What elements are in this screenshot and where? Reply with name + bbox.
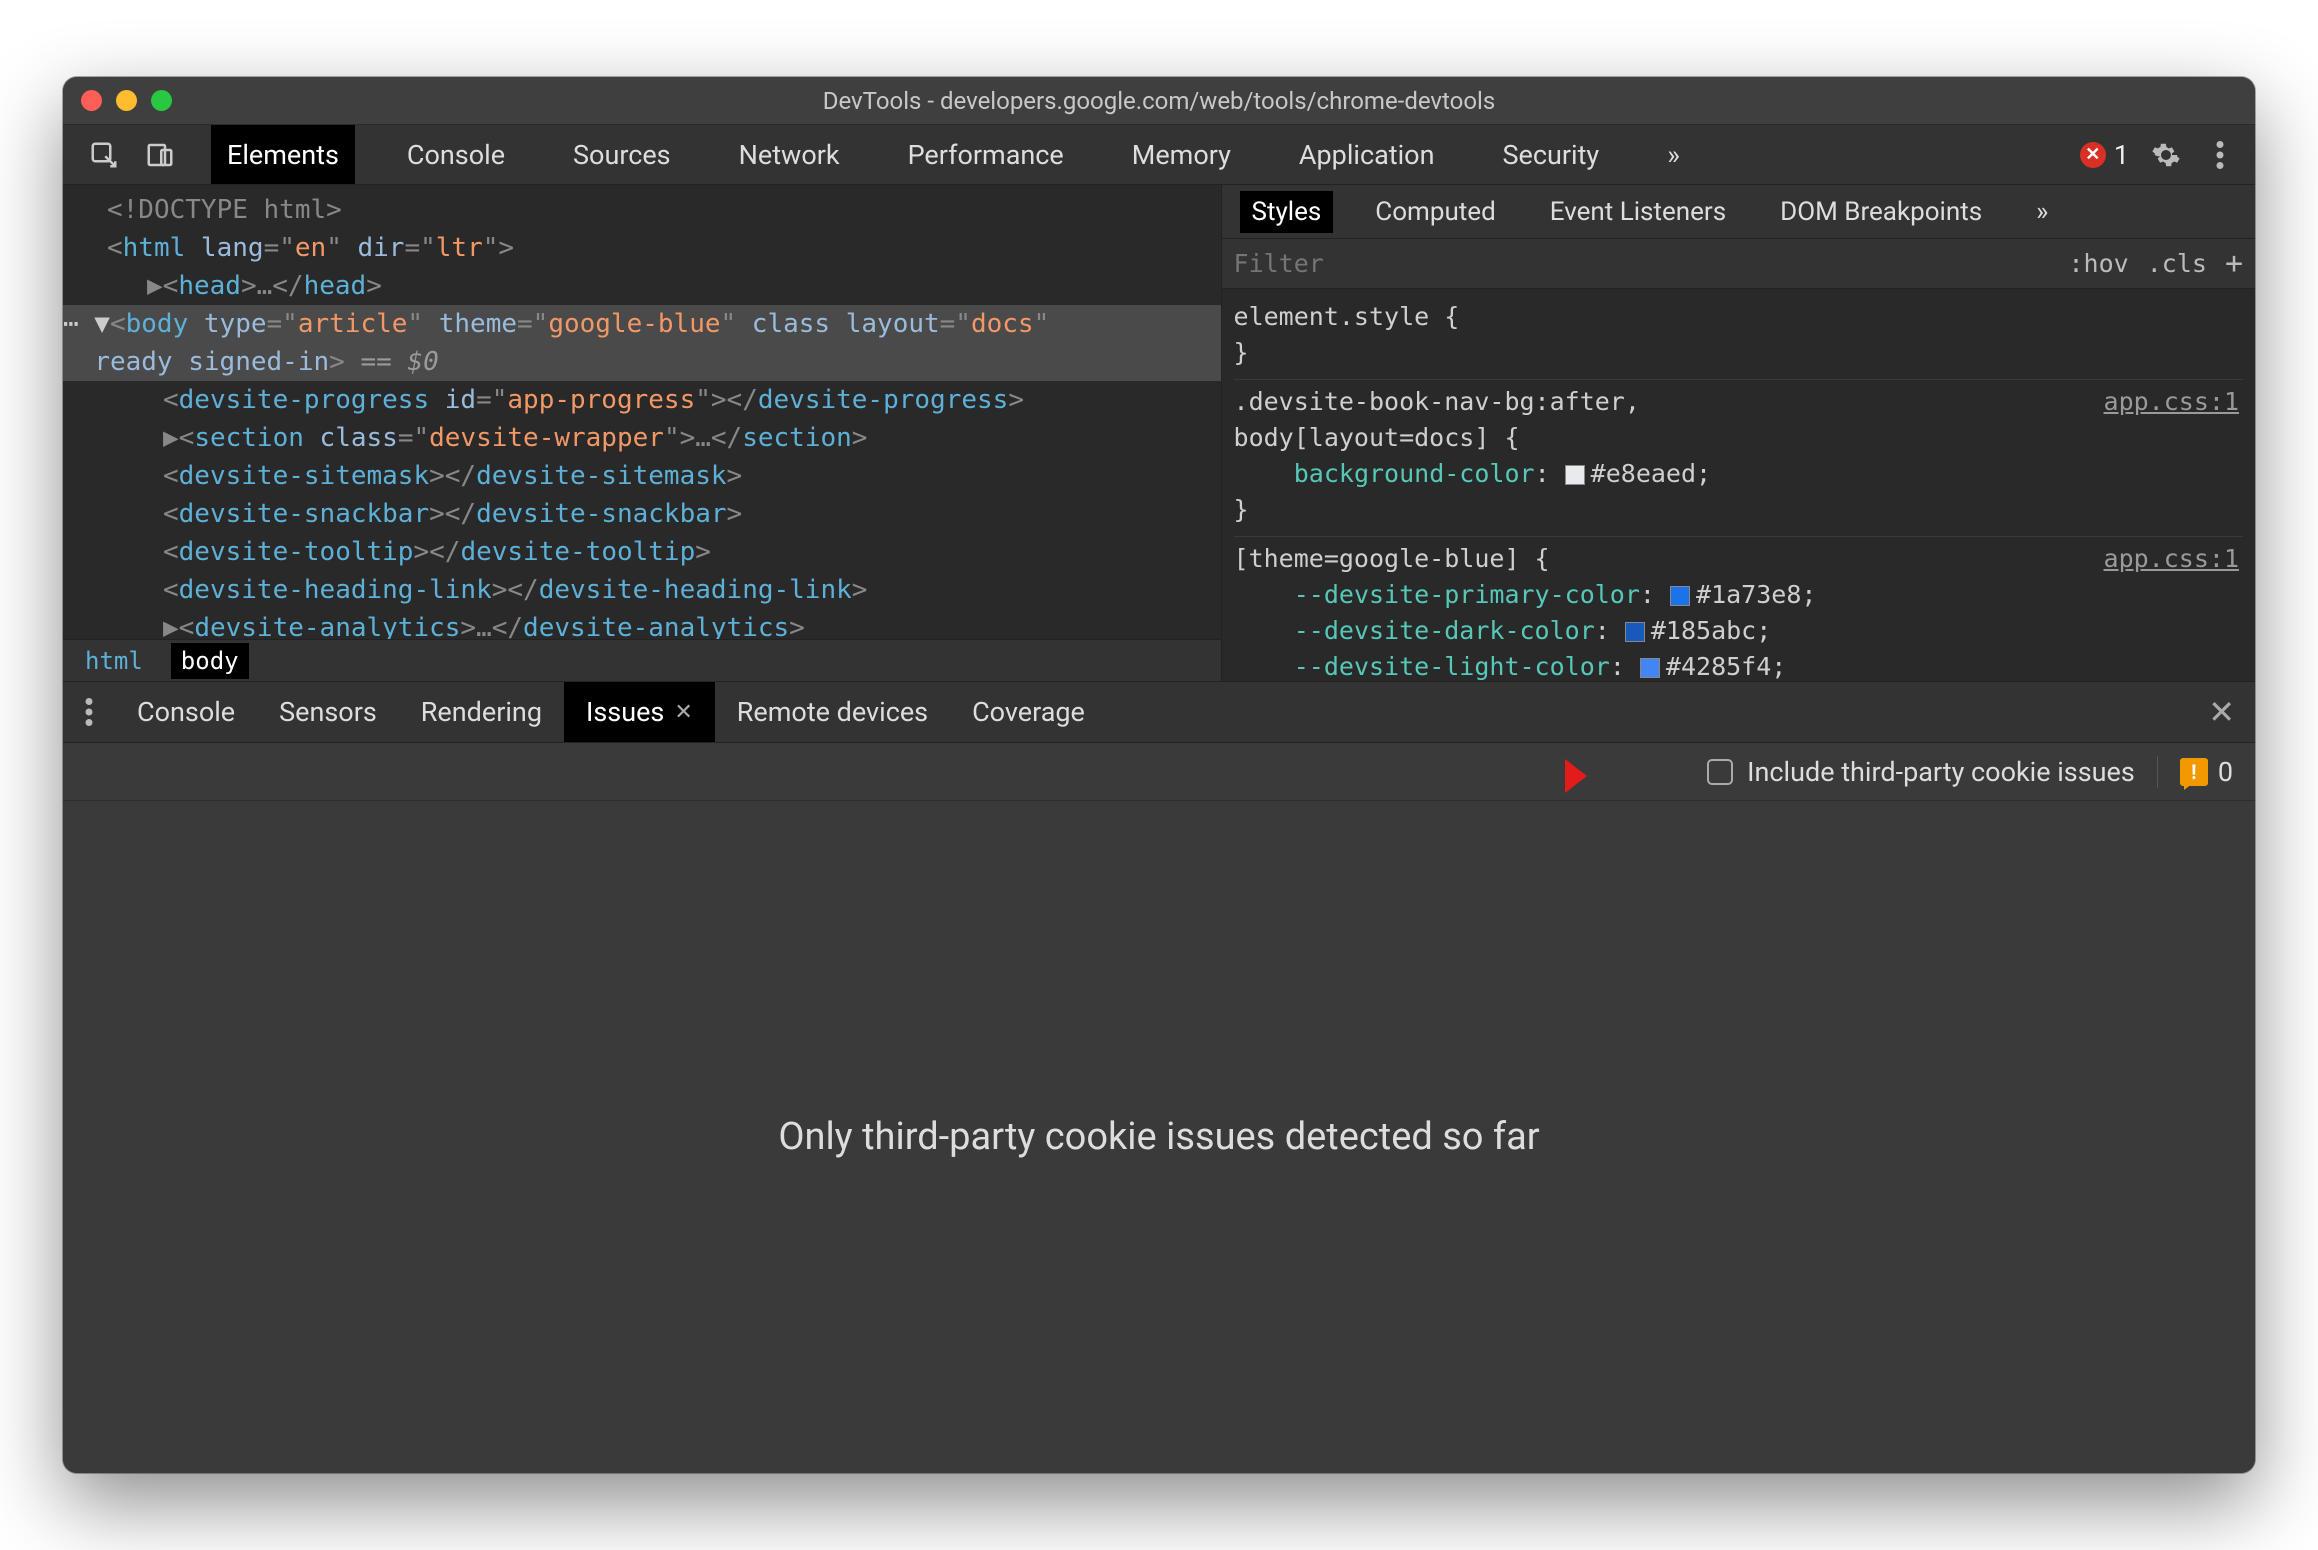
styles-filter-bar: :hov .cls + [1222, 239, 2255, 289]
drawer-tab-issues-label: Issues [586, 696, 664, 728]
drawer: Console Sensors Rendering Issues ✕ Remot… [63, 681, 2255, 1473]
dom-child-snackbar[interactable]: <devsite-snackbar></devsite-snackbar> [83, 495, 1221, 533]
main-split: <!DOCTYPE html> <html lang="en" dir="ltr… [63, 185, 2255, 681]
issues-toolbar: Include third-party cookie issues ! 0 [63, 743, 2255, 801]
annotation-arrow-icon [1511, 751, 1587, 801]
cls-toggle[interactable]: .cls [2147, 249, 2207, 278]
checkbox-icon [1707, 759, 1733, 785]
kebab-menu-icon[interactable] [2203, 138, 2237, 172]
error-icon: ✕ [2080, 142, 2106, 168]
drawer-tab-rendering[interactable]: Rendering [399, 682, 564, 742]
tab-sources[interactable]: Sources [557, 125, 687, 184]
dom-child-section[interactable]: ▶<section class="devsite-wrapper">…</sec… [83, 419, 1221, 457]
error-badge[interactable]: ✕ 1 [2080, 139, 2129, 171]
window-title: DevTools - developers.google.com/web/too… [63, 87, 2255, 115]
settings-gear-icon[interactable] [2149, 138, 2183, 172]
stab-dom-breakpoints[interactable]: DOM Breakpoints [1768, 191, 1994, 233]
stab-overflow[interactable]: » [2024, 191, 2060, 233]
stab-event-listeners[interactable]: Event Listeners [1538, 191, 1738, 233]
macos-titlebar: DevTools - developers.google.com/web/too… [63, 77, 2255, 125]
close-drawer-icon[interactable]: ✕ [2188, 693, 2255, 731]
hov-toggle[interactable]: :hov [2069, 249, 2129, 278]
issues-empty-message: Only third-party cookie issues detected … [778, 1115, 1539, 1159]
include-third-party-label: Include third-party cookie issues [1747, 756, 2135, 788]
dom-child-progress[interactable]: <devsite-progress id="app-progress"></de… [83, 381, 1221, 419]
topbar-right: ✕ 1 [2062, 138, 2255, 172]
color-swatch-icon [1670, 586, 1690, 606]
tab-application[interactable]: Application [1283, 125, 1451, 184]
drawer-tab-coverage[interactable]: Coverage [950, 682, 1107, 742]
breadcrumb-body[interactable]: body [171, 643, 249, 679]
elements-panel: <!DOCTYPE html> <html lang="en" dir="ltr… [63, 185, 1221, 681]
tab-elements[interactable]: Elements [211, 125, 355, 184]
styles-panel: Styles Computed Event Listeners DOM Brea… [1221, 185, 2255, 681]
rule-element-style[interactable]: element.style { } [1234, 295, 2243, 380]
tab-overflow[interactable]: » [1651, 125, 1696, 184]
dom-head[interactable]: ▶<head>…</head> [83, 267, 1221, 305]
issues-count: 0 [2218, 756, 2233, 788]
styles-filter-actions: :hov .cls + [2069, 246, 2244, 281]
dom-child-sitemask[interactable]: <devsite-sitemask></devsite-sitemask> [83, 457, 1221, 495]
rule-source-link[interactable]: app.css:1 [2104, 384, 2239, 420]
error-count: 1 [2114, 139, 2129, 171]
styles-filter-input[interactable] [1234, 249, 2069, 278]
breadcrumb-html[interactable]: html [75, 643, 153, 679]
device-toggle-icon[interactable] [143, 138, 177, 172]
dom-child-analytics[interactable]: ▶<devsite-analytics>…</devsite-analytics… [83, 609, 1221, 639]
drawer-menu-icon[interactable] [63, 698, 115, 726]
devtools-window: DevTools - developers.google.com/web/too… [63, 77, 2255, 1473]
inspect-icon[interactable] [87, 138, 121, 172]
separator [2157, 756, 2158, 788]
stab-styles[interactable]: Styles [1240, 191, 1334, 233]
devtools-topbar: Elements Console Sources Network Perform… [63, 125, 2255, 185]
issues-body: Only third-party cookie issues detected … [63, 801, 2255, 1473]
include-third-party-checkbox[interactable]: Include third-party cookie issues [1707, 756, 2135, 788]
dom-child-tooltip[interactable]: <devsite-tooltip></devsite-tooltip> [83, 533, 1221, 571]
dom-child-heading[interactable]: <devsite-heading-link></devsite-heading-… [83, 571, 1221, 609]
dom-doctype[interactable]: <!DOCTYPE html> [83, 191, 1221, 229]
main-tabs: Elements Console Sources Network Perform… [201, 125, 2062, 184]
dom-html-open[interactable]: <html lang="en" dir="ltr"> [83, 229, 1221, 267]
dom-tree[interactable]: <!DOCTYPE html> <html lang="en" dir="ltr… [63, 185, 1221, 639]
drawer-tab-console[interactable]: Console [115, 682, 257, 742]
color-swatch-icon [1640, 658, 1660, 678]
tab-security[interactable]: Security [1486, 125, 1615, 184]
drawer-tab-sensors[interactable]: Sensors [257, 682, 399, 742]
dom-body-selected[interactable]: ⋯ ▼<body type="article" theme="google-bl… [63, 305, 1221, 381]
tab-console[interactable]: Console [391, 125, 521, 184]
drawer-tab-issues[interactable]: Issues ✕ [564, 682, 715, 742]
tab-performance[interactable]: Performance [892, 125, 1080, 184]
styles-rules[interactable]: element.style { } app.css:1 .devsite-boo… [1222, 289, 2255, 681]
drawer-tab-remote-devices[interactable]: Remote devices [715, 682, 950, 742]
rule-body-layout[interactable]: app.css:1 .devsite-book-nav-bg:after,bod… [1234, 380, 2243, 537]
breadcrumb: html body [63, 639, 1221, 681]
drawer-tabs: Console Sensors Rendering Issues ✕ Remot… [63, 681, 2255, 743]
new-rule-plus-icon[interactable]: + [2225, 246, 2243, 281]
tab-memory[interactable]: Memory [1116, 125, 1247, 184]
tab-network[interactable]: Network [723, 125, 856, 184]
rule-theme-google-blue[interactable]: app.css:1 [theme=google-blue] { --devsit… [1234, 537, 2243, 681]
color-swatch-icon [1625, 622, 1645, 642]
stab-computed[interactable]: Computed [1363, 191, 1507, 233]
close-tab-icon[interactable]: ✕ [674, 700, 692, 725]
rule-source-link[interactable]: app.css:1 [2104, 541, 2239, 577]
styles-tabs: Styles Computed Event Listeners DOM Brea… [1222, 185, 2255, 239]
issues-count-badge[interactable]: ! 0 [2180, 756, 2233, 788]
color-swatch-icon [1565, 465, 1585, 485]
toolzone [63, 138, 201, 172]
warning-speech-icon: ! [2180, 758, 2208, 786]
